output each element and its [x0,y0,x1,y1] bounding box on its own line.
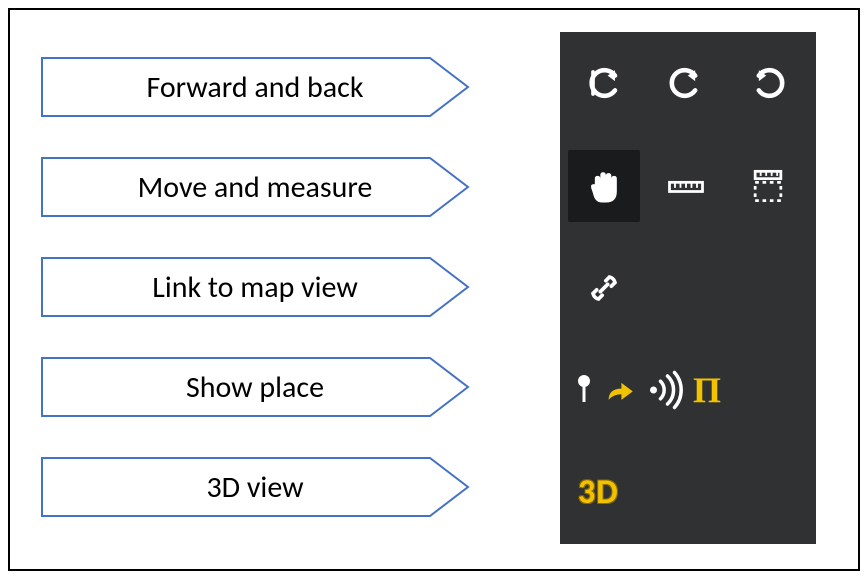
label-text: Forward and back [146,69,363,106]
redo-button[interactable] [732,47,804,119]
label-3d-view: 3D view [40,456,470,518]
label-move-measure: Move and measure [40,156,470,218]
label-show-place: Show place [40,356,470,418]
label-text: Show place [186,369,324,406]
broadcast-icon [643,369,685,411]
area-measure-button[interactable] [732,150,804,222]
undo-button[interactable] [650,47,722,119]
three-d-label: 3D [578,472,619,513]
label-text: Move and measure [138,169,373,206]
label-text: 3D view [206,469,303,506]
toolbar-row-measure [560,134,816,236]
full-back-icon [582,61,626,105]
link-button[interactable] [568,252,640,324]
link-icon [582,266,626,310]
ruler-button[interactable] [650,150,722,222]
three-d-button[interactable]: 3D [568,472,619,513]
ruler-icon [664,164,708,208]
share-arrow-icon [603,373,637,407]
diagram-frame: Forward and back Move and measure Link t… [8,8,860,571]
toolbar-row-link [560,237,816,339]
label-forward-back: Forward and back [40,56,470,118]
label-text: Link to map view [152,269,358,306]
label-column: Forward and back Move and measure Link t… [40,56,470,518]
pin-button[interactable] [568,370,600,410]
area-measure-icon [746,164,790,208]
hand-pan-icon [582,164,626,208]
pi-button[interactable]: Π [690,369,724,411]
toolbar-row-3d: 3D [560,442,816,544]
redo-icon [746,61,790,105]
pi-icon: Π [693,369,721,411]
place-icon-group: Π [568,369,724,411]
toolbar-row-place: Π [560,339,816,441]
undo-icon [664,61,708,105]
toolbar-row-navigation [560,32,816,134]
pan-button[interactable] [568,150,640,222]
share-button[interactable] [602,373,638,407]
broadcast-button[interactable] [640,369,688,411]
pin-icon [572,370,596,410]
full-back-button[interactable] [568,47,640,119]
label-link-map: Link to map view [40,256,470,318]
toolbar-panel: Π 3D [560,32,816,544]
